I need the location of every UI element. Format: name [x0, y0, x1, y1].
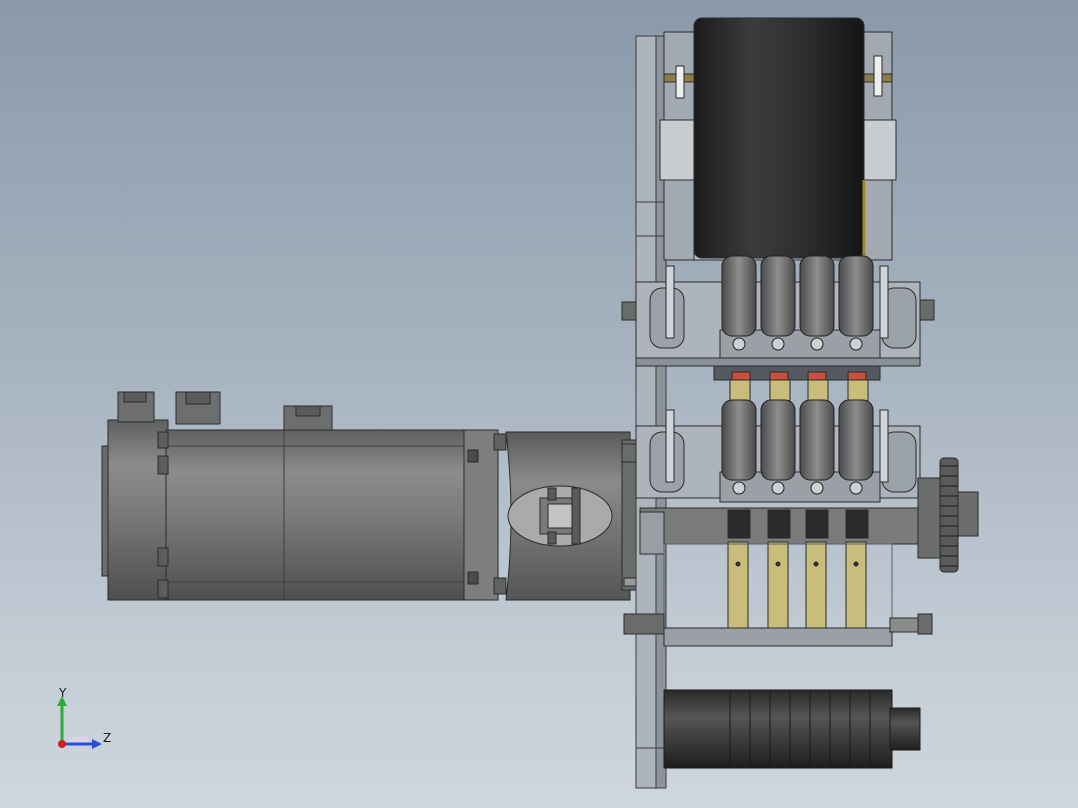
presser-key [721, 255, 757, 337]
presser-key [799, 399, 835, 481]
blade-holder [845, 509, 869, 539]
bottom-idler-roller[interactable] [663, 689, 921, 769]
motor-body [165, 429, 467, 601]
drive-roller [693, 17, 865, 259]
idler-roller-body [663, 689, 893, 769]
blade-holder [767, 509, 791, 539]
servo-motor[interactable] [101, 391, 507, 601]
presser-key [799, 255, 835, 337]
blade-strip [767, 541, 789, 641]
roller-bearing-right [859, 119, 897, 181]
clamp-gap-band [713, 365, 881, 403]
y-axis-label: Y [59, 686, 67, 700]
drive-gear [939, 457, 959, 573]
presser-key [760, 399, 796, 481]
blade-strip [845, 541, 867, 641]
top-roller-assembly[interactable] [659, 17, 897, 261]
blade-strip [805, 541, 827, 641]
x-axis-icon [58, 740, 66, 748]
motor-connector-3-cap [295, 405, 321, 417]
triad-axes [57, 696, 102, 749]
cad-model-viewport[interactable] [0, 0, 1078, 808]
presser-key [721, 399, 757, 481]
presser-key [760, 255, 796, 337]
motor-connector-2-cap [185, 391, 211, 405]
view-orientation-triad: Y Z [44, 682, 124, 762]
roller-bearing-left [659, 119, 697, 181]
z-axis-label: Z [103, 731, 112, 745]
presser-key [838, 399, 874, 481]
blade-strip [727, 541, 749, 641]
presser-key [838, 255, 874, 337]
motor-connector-1-cap [123, 391, 147, 403]
blade-holder [727, 509, 751, 539]
blade-holder [805, 509, 829, 539]
